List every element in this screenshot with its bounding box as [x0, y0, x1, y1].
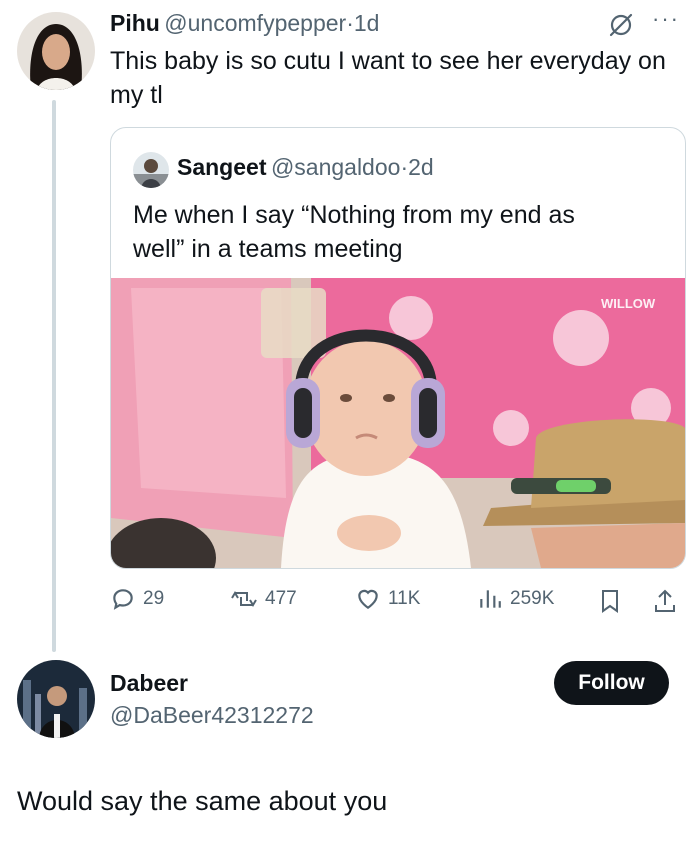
- views-icon: [480, 590, 501, 608]
- views-count: 259K: [510, 588, 555, 609]
- quoted-tweet-image[interactable]: WILLOW: [111, 278, 685, 568]
- views-action[interactable]: 259K: [477, 586, 554, 612]
- sangeet-avatar[interactable]: [133, 152, 169, 188]
- share-icon[interactable]: [653, 588, 677, 619]
- like-count: 11K: [388, 588, 421, 609]
- quoted-tweet-time[interactable]: 2d: [408, 154, 434, 180]
- quoted-author-name[interactable]: Sangeet: [177, 154, 266, 180]
- like-action[interactable]: 11K: [355, 586, 420, 612]
- repost-icon: [231, 591, 257, 607]
- author-name[interactable]: Pihu: [110, 10, 160, 36]
- quoted-tweet-header: Sangeet @sangaldoo·2d: [177, 154, 434, 181]
- pihu-avatar[interactable]: [17, 12, 95, 90]
- reply-count: 29: [143, 588, 165, 609]
- separator-dot: ·: [346, 10, 354, 36]
- reply-author-name[interactable]: Dabeer: [110, 670, 188, 697]
- quoted-separator-dot: ·: [400, 154, 409, 180]
- reply-text: Would say the same about you: [17, 786, 388, 816]
- repost-action[interactable]: 477: [230, 586, 297, 612]
- tweet-time[interactable]: 1d: [354, 10, 380, 36]
- reply-icon: [113, 589, 133, 610]
- like-icon: [358, 589, 378, 609]
- tweet-header: Pihu @uncomfypepper·1d: [110, 10, 379, 37]
- image-watermark: WILLOW: [601, 296, 656, 311]
- reply-author-handle[interactable]: @DaBeer42312272: [110, 702, 314, 729]
- tweet-text: This baby is so cutu I want to see her e…: [110, 47, 666, 109]
- quoted-tweet-card[interactable]: Sangeet @sangaldoo·2d Me when I say “Not…: [110, 127, 686, 569]
- repost-count: 477: [265, 588, 297, 609]
- thread-line: [52, 100, 56, 652]
- bookmark-icon[interactable]: [598, 588, 622, 619]
- quoted-author-handle[interactable]: @sangaldoo: [271, 154, 401, 180]
- grok-slash-icon[interactable]: [608, 12, 634, 38]
- dabeer-avatar[interactable]: [17, 660, 95, 738]
- reply-action[interactable]: 29: [110, 586, 164, 612]
- follow-button[interactable]: Follow: [554, 661, 669, 705]
- quoted-tweet-text: Me when I say “Nothing from my end as we…: [133, 201, 575, 263]
- author-handle[interactable]: @uncomfypepper: [164, 10, 346, 36]
- more-icon[interactable]: ···: [652, 6, 680, 32]
